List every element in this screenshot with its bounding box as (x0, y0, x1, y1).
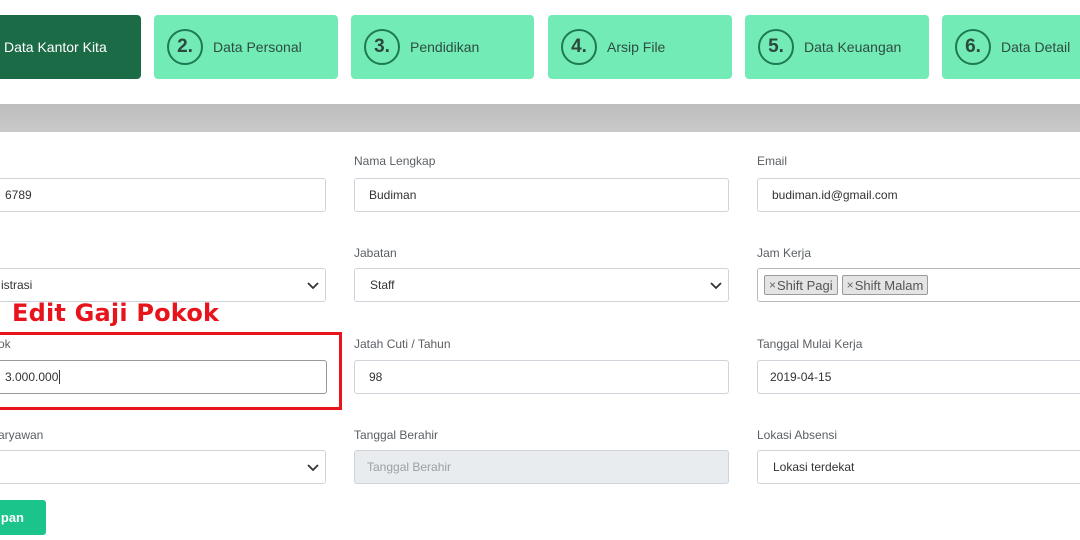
step-1[interactable]: Data Kantor Kita (0, 15, 141, 79)
tag-shift-pagi[interactable]: × Shift Pagi (764, 275, 838, 295)
save-button-label: pan (0, 510, 24, 525)
tag-label: Shift Pagi (777, 277, 833, 293)
step-2[interactable]: 2. Data Personal (154, 15, 338, 79)
step-label-1: Data Kantor Kita (4, 39, 107, 55)
jam-kerja-multiselect[interactable]: × Shift Pagi × Shift Malam (757, 268, 1080, 302)
chevron-down-icon (307, 282, 319, 290)
nama-label: Nama Lengkap (354, 154, 436, 168)
email-field[interactable]: budiman.id@gmail.com (757, 178, 1080, 212)
step-number-2: 2. (167, 29, 203, 65)
jam-kerja-label: Jam Kerja (757, 246, 812, 260)
email-label: Email (757, 154, 788, 168)
tag-label: Shift Malam (854, 277, 924, 293)
status-karyawan-select[interactable] (0, 450, 326, 484)
jatah-cuti-label: Jatah Cuti / Tahun (354, 337, 451, 351)
tanggal-berakhir-field: Tanggal Berahir (354, 450, 729, 484)
step-label-2: Data Personal (213, 39, 302, 55)
tanggal-mulai-field[interactable]: 2019-04-15 (757, 360, 1080, 394)
tanggal-berakhir-placeholder: Tanggal Berahir (367, 460, 452, 474)
jatah-cuti-value: 98 (369, 370, 383, 384)
step-number-4: 4. (561, 29, 597, 65)
save-button[interactable]: pan (0, 500, 46, 535)
step-label-5: Data Keuangan (804, 39, 902, 55)
lokasi-absensi-field[interactable]: Lokasi terdekat (757, 450, 1080, 484)
tanggal-berakhir-label: Tanggal Berahir (354, 428, 439, 442)
text-cursor (59, 370, 61, 384)
step-6[interactable]: 6. Data Detail (942, 15, 1080, 79)
employee-id-value: 6789 (5, 188, 32, 202)
step-label-4: Arsip File (607, 39, 666, 55)
tanggal-mulai-value: 2019-04-15 (770, 370, 832, 384)
lokasi-absensi-value: Lokasi terdekat (773, 460, 855, 474)
step-label-3: Pendidikan (410, 39, 480, 55)
step-number-3: 3. (364, 29, 400, 65)
tag-remove-icon[interactable]: × (769, 278, 776, 292)
lokasi-absensi-label: Lokasi Absensi (757, 428, 838, 442)
step-number-6: 6. (955, 29, 991, 65)
jabatan-select[interactable]: Staff (354, 268, 729, 302)
chevron-down-icon (710, 282, 722, 290)
gaji-pokok-value: 3.000.000 (5, 370, 59, 384)
tag-remove-icon[interactable]: × (847, 278, 854, 292)
section-divider (0, 104, 1080, 132)
tag-shift-malam[interactable]: × Shift Malam (841, 275, 929, 295)
gaji-pokok-label: ok (0, 337, 11, 351)
email-value: budiman.id@gmail.com (772, 188, 898, 202)
chevron-down-icon (307, 464, 319, 472)
divisi-value: istrasi (1, 278, 33, 292)
status-karyawan-label: aryawan (0, 428, 44, 442)
nama-field[interactable]: Budiman (354, 178, 729, 212)
jabatan-label: Jabatan (354, 246, 397, 260)
tanggal-mulai-label: Tanggal Mulai Kerja (757, 337, 863, 351)
step-number-5: 5. (758, 29, 794, 65)
nama-value: Budiman (369, 188, 417, 202)
divisi-select[interactable]: istrasi (0, 268, 326, 302)
gaji-pokok-field[interactable]: 3.000.000 (0, 360, 327, 394)
employee-id-field[interactable]: 6789 (0, 178, 326, 212)
step-5[interactable]: 5. Data Keuangan (745, 15, 929, 79)
step-4[interactable]: 4. Arsip File (548, 15, 732, 79)
jatah-cuti-field[interactable]: 98 (354, 360, 729, 394)
jabatan-value: Staff (370, 278, 395, 292)
step-3[interactable]: 3. Pendidikan (351, 15, 534, 79)
annotation-text: Edit Gaji Pokok (12, 299, 220, 327)
step-label-6: Data Detail (1001, 39, 1071, 55)
